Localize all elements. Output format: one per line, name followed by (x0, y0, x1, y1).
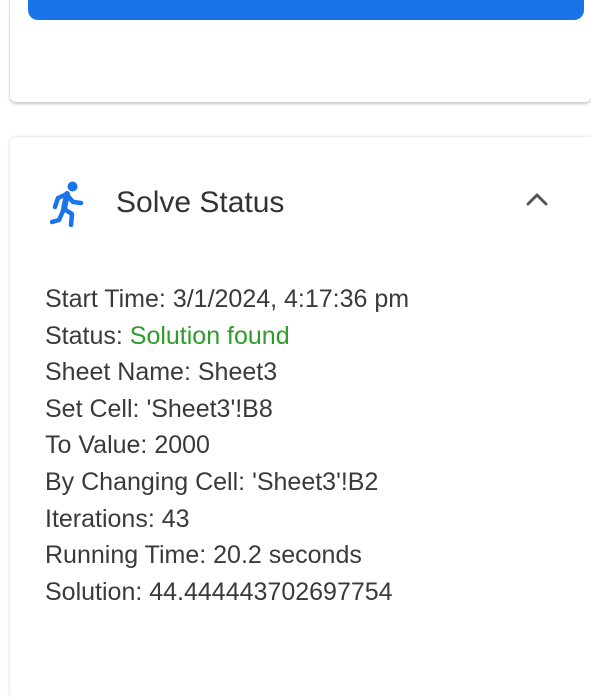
solve-status-panel: Solve Status Start Time: 3/1/2024, 4:17:… (10, 137, 591, 697)
running-time-label: Running Time: (45, 541, 214, 570)
previous-card (10, 0, 591, 102)
iterations-label: Iterations: (45, 504, 162, 533)
set-cell-row: Set Cell: 'Sheet3'!B8 (45, 391, 409, 428)
start-time-row: Start Time: 3/1/2024, 4:17:36 pm (45, 281, 409, 318)
solve-status-header[interactable]: Solve Status (10, 137, 591, 267)
to-value-row: To Value: 2000 (45, 427, 409, 464)
running-time-row: Running Time: 20.2 seconds (45, 537, 409, 574)
by-changing-cell-row: By Changing Cell: 'Sheet3'!B2 (45, 464, 409, 501)
by-changing-cell-label: By Changing Cell: (45, 467, 253, 496)
sheet-name-value: Sheet3 (197, 358, 278, 387)
set-cell-label: Set Cell: (45, 394, 147, 423)
start-time-label: Start Time: (45, 285, 173, 313)
solution-value: 44.444443702697754 (149, 577, 393, 606)
iterations-value: 43 (161, 504, 190, 533)
status-label: Status: (45, 321, 130, 350)
status-row: Status: Solution found (45, 318, 409, 355)
running-person-icon (49, 181, 86, 228)
set-cell-value: 'Sheet3'!B8 (146, 394, 273, 423)
sheet-name-row: Sheet Name: Sheet3 (45, 354, 409, 391)
by-changing-cell-value: 'Sheet3'!B2 (252, 467, 379, 496)
solve-details: Start Time: 3/1/2024, 4:17:36 pm Status:… (45, 281, 409, 610)
solution-label: Solution: (45, 577, 150, 606)
iterations-row: Iterations: 43 (45, 501, 409, 538)
start-time-value: 3/1/2024, 4:17:36 pm (172, 285, 410, 313)
to-value-label: To Value: (45, 431, 155, 460)
primary-action-button[interactable] (28, 0, 584, 20)
chevron-up-icon[interactable] (522, 187, 552, 211)
sheet-name-label: Sheet Name: (45, 358, 198, 387)
running-time-value: 20.2 seconds (213, 541, 362, 570)
panel-title: Solve Status (116, 186, 285, 219)
solution-row: Solution: 44.444443702697754 (45, 574, 409, 611)
status-value: Solution found (129, 321, 290, 350)
to-value-value: 2000 (154, 431, 210, 460)
